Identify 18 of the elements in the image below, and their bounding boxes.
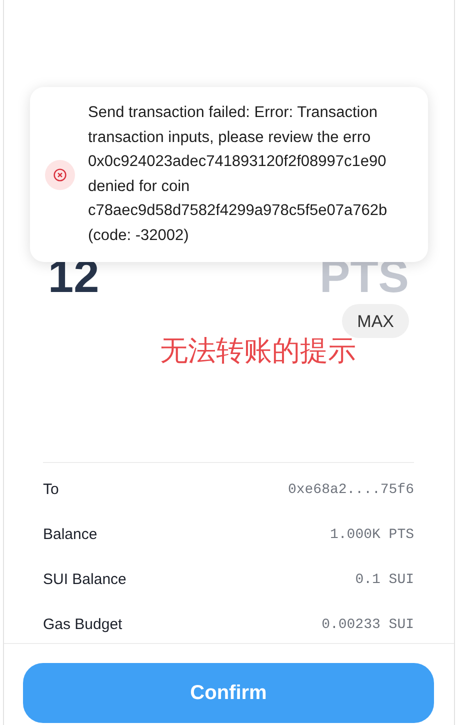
detail-value: 1.000K PTS [330, 526, 414, 542]
toast-message-line: (code: -32002) [88, 226, 190, 246]
detail-value: 0xe68a2....75f6 [288, 482, 414, 498]
toast-message-line: denied for coin [88, 176, 191, 196]
amount-value: 12 [48, 249, 100, 304]
detail-label: SUI Balance [43, 571, 126, 588]
detail-label: To [43, 481, 59, 498]
detail-value: 0.00233 SUI [322, 616, 414, 632]
toast-message-line: Send transaction failed: Error: Transaction [88, 103, 378, 123]
detail-label: Gas Budget [43, 616, 122, 633]
max-button[interactable]: MAX [342, 304, 409, 338]
error-icon [45, 160, 75, 190]
toast-message-line: transaction inputs, please review the erro [88, 128, 372, 148]
detail-value: 0.1 SUI [355, 572, 414, 588]
toast-message-line: 0x0c924023adec741893120f2f08997c1e90 [88, 152, 388, 172]
detail-label: Balance [43, 526, 98, 543]
toast-message-line: c78aec9d58d7582f4299a978c5f5e07a762b [88, 201, 388, 221]
annotation-text: 无法转账的提示 [160, 335, 356, 366]
